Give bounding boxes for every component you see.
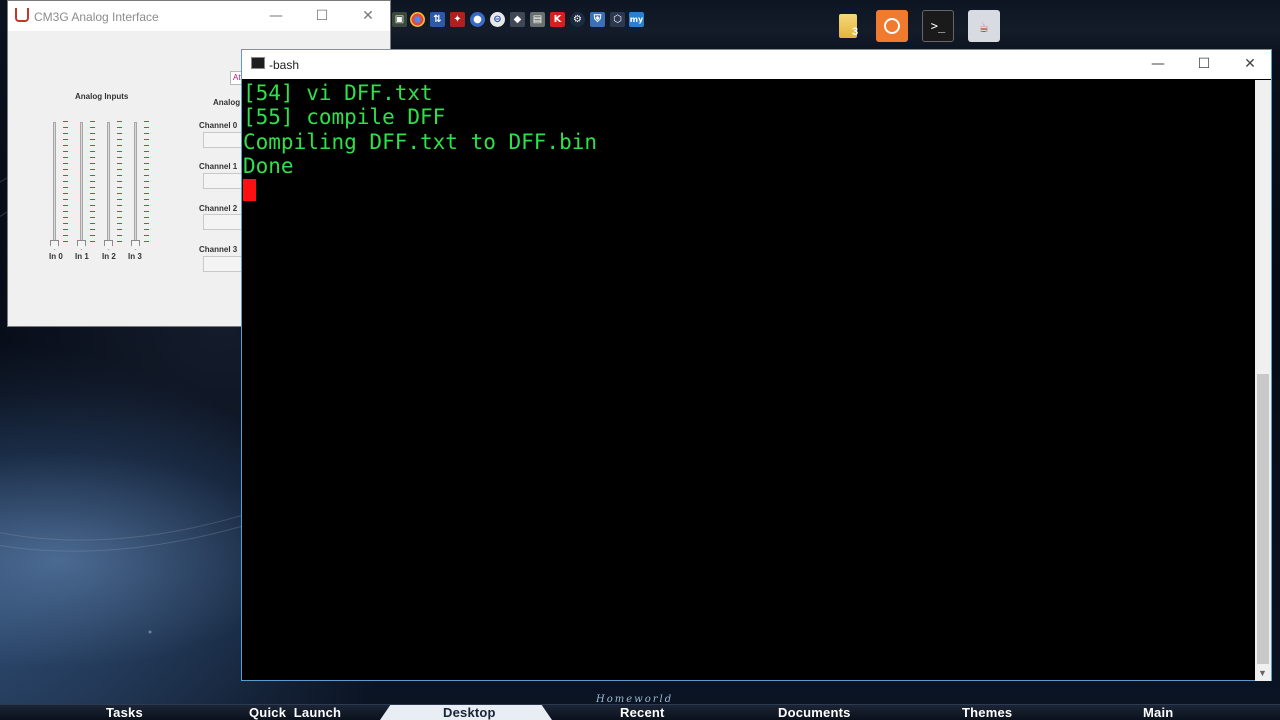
- k-icon[interactable]: K: [550, 12, 565, 27]
- dock-item-desktop[interactable]: Desktop: [443, 705, 496, 720]
- folder-badge: 3: [852, 26, 859, 38]
- tool-icon[interactable]: ▤: [530, 12, 545, 27]
- terminal-output[interactable]: [54] vi DFF.txt [55] compile DFF Compili…: [243, 80, 1256, 680]
- slider-ticks: [90, 121, 95, 247]
- slider-ticks: [144, 121, 149, 247]
- dock-item-tasks[interactable]: Tasks: [106, 705, 143, 720]
- slider-thumb[interactable]: [104, 240, 113, 250]
- slider-label: In 1: [75, 252, 89, 261]
- java-icon[interactable]: ☕: [968, 10, 1000, 42]
- window-title: CM3G Analog Interface: [34, 10, 159, 24]
- maximize-button[interactable]: ☐: [312, 7, 332, 25]
- terminal-line: [54] vi DFF.txt: [243, 81, 433, 105]
- slider-ticks: [63, 121, 68, 247]
- slider-label: In 0: [49, 252, 63, 261]
- shield-icon[interactable]: ⛨: [590, 12, 605, 27]
- terminal-line: Compiling DFF.txt to DFF.bin: [243, 129, 598, 154]
- dock-item-main[interactable]: Main: [1143, 705, 1173, 720]
- terminal-line: [55] compile DFF: [243, 105, 446, 130]
- slider-track[interactable]: [80, 122, 83, 245]
- terminal-cursor: [243, 179, 256, 202]
- channel-label: Channel 2: [199, 204, 238, 213]
- analog-outputs-label: Analog: [213, 98, 241, 107]
- channel-label: Channel 0: [199, 121, 238, 130]
- slider-track[interactable]: [53, 122, 56, 245]
- browser-icon[interactable]: ●: [470, 12, 485, 27]
- java-icon: [15, 8, 29, 22]
- window-title: -bash: [269, 58, 300, 72]
- slider-thumb[interactable]: [77, 240, 86, 250]
- capture-icon[interactable]: [876, 10, 908, 42]
- monitor-icon[interactable]: ▣: [392, 12, 407, 27]
- dock-item-quick-launch[interactable]: Quick Launch: [249, 705, 341, 720]
- dock-item-themes[interactable]: Themes: [962, 705, 1012, 720]
- remote-icon[interactable]: ✦: [450, 12, 465, 27]
- analog-inputs-label: Analog Inputs: [75, 92, 129, 101]
- slider-thumb[interactable]: [131, 240, 140, 250]
- myapp-icon[interactable]: my: [629, 12, 644, 27]
- terminal-window[interactable]: -bash — ☐ ✕ [54] vi DFF.txt [55] compile…: [241, 49, 1272, 681]
- slider-label: In 3: [128, 252, 142, 261]
- slider-thumb[interactable]: [50, 240, 59, 250]
- channel-label: Channel 3: [199, 245, 238, 254]
- network-icon[interactable]: ⇅: [430, 12, 445, 27]
- window-titlebar[interactable]: CM3G Analog Interface — ☐ ✕: [8, 1, 390, 31]
- package-icon[interactable]: ⬡: [610, 12, 625, 27]
- terminal-icon: [251, 57, 265, 69]
- window-titlebar[interactable]: -bash — ☐ ✕: [242, 50, 1271, 79]
- close-button[interactable]: ✕: [358, 7, 378, 25]
- slider-track[interactable]: [107, 122, 110, 245]
- minimize-button[interactable]: —: [1148, 55, 1168, 73]
- slider-label: In 2: [102, 252, 116, 261]
- steam-icon[interactable]: ⚙: [570, 12, 585, 27]
- close-button[interactable]: ✕: [1240, 55, 1260, 73]
- scroll-down-icon[interactable]: ▼: [1258, 668, 1267, 678]
- settings-icon[interactable]: ◆: [510, 12, 525, 27]
- minus-icon[interactable]: ⊖: [490, 12, 505, 27]
- maximize-button[interactable]: ☐: [1194, 55, 1214, 73]
- scrollbar-thumb[interactable]: [1257, 374, 1269, 664]
- slider-ticks: [117, 121, 122, 247]
- minimize-button[interactable]: —: [266, 7, 286, 25]
- dock-item-recent[interactable]: Recent: [620, 705, 665, 720]
- folder-icon[interactable]: 3: [832, 10, 864, 42]
- channel-label: Channel 1: [199, 162, 238, 171]
- terminal-icon[interactable]: >_: [922, 10, 954, 42]
- chrome-icon[interactable]: [410, 12, 425, 27]
- dock-item-documents[interactable]: Documents: [778, 705, 851, 720]
- slider-track[interactable]: [134, 122, 137, 245]
- terminal-line: Done: [243, 153, 294, 178]
- terminal-scrollbar[interactable]: ▼: [1255, 80, 1271, 681]
